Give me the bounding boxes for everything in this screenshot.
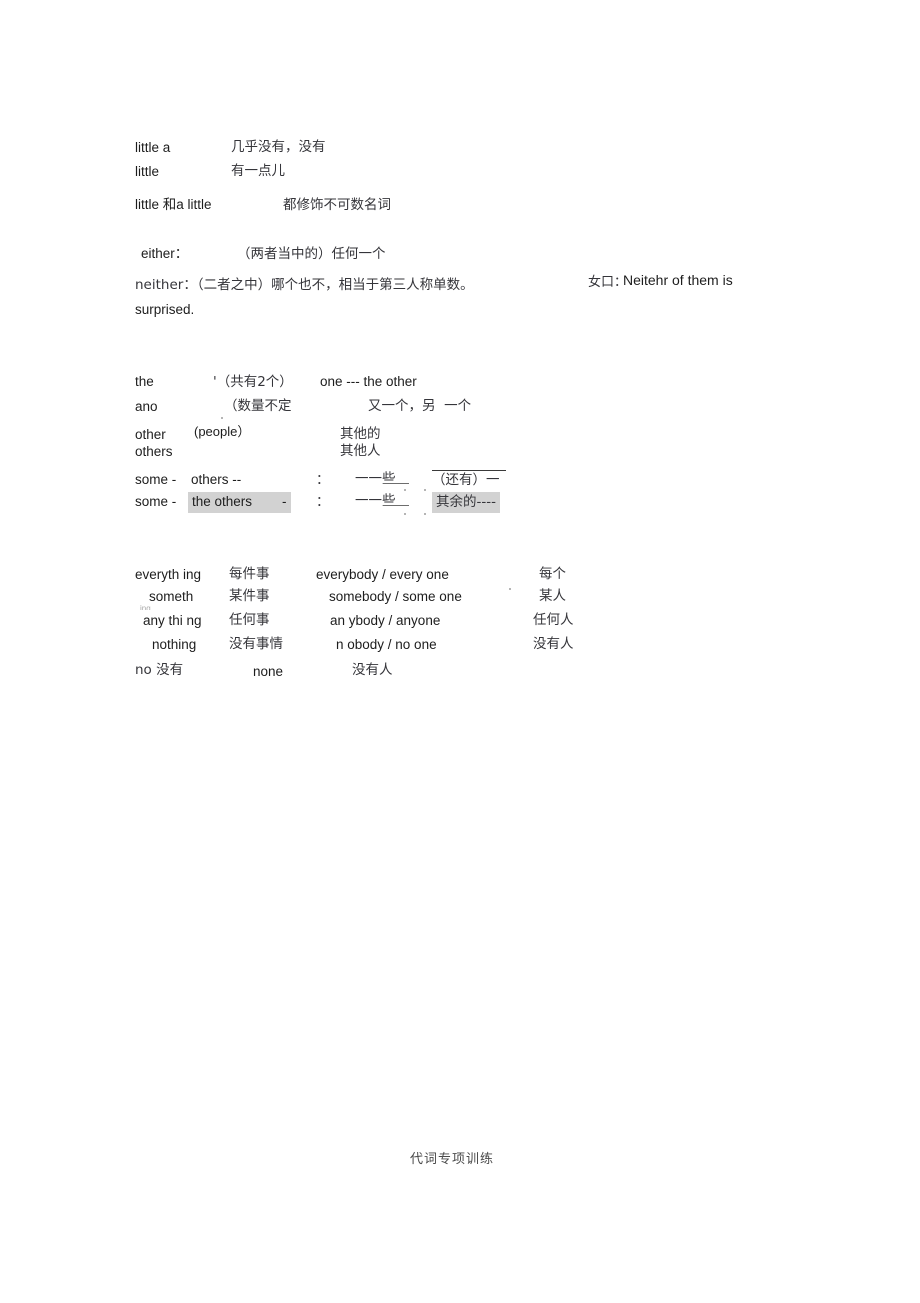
anything-term: any thi ng [143,613,202,628]
anybody-chinese: 任何人 [533,612,574,628]
everybody-chinese: 每个 [539,566,566,582]
example-sentence: Neitehr of them is [623,272,733,288]
somebody-term: somebody / some one [329,589,462,604]
everything-term: everyth ing [135,567,202,582]
little-and-a-little-term: little 和a little [135,197,212,212]
the-other-note: '（共有2个） [213,374,293,390]
everything-chinese: 每件事 [229,566,270,582]
little-a-term: little a [135,140,171,155]
scan-speck [221,417,223,419]
some-the-others-colon: ： [316,494,330,510]
anybody-term: an ybody / anyone [330,613,441,628]
none-term: none [253,664,284,679]
little-a-meaning: 几乎没有，没有 [231,139,326,155]
nobody-chinese: 没有人 [533,636,574,652]
document-page: little a 几乎没有，没有 little 有一点儿 little 和a l… [0,0,920,1303]
the-other-term: the [135,374,154,389]
none-chinese: 没有人 [352,662,393,678]
some-others-mid: others -- [191,472,242,487]
neither-definition: neither：（二者之中）哪个也不，相当于第三人称单数。 [135,277,474,293]
some-the-others-left: some - [135,494,177,509]
something-chinese: 某件事 [229,588,270,604]
another-note: （数量不定 [224,398,292,414]
little-and-a-little-meaning: 都修饰不可数名词 [283,197,391,213]
scan-speck [424,489,426,491]
something-term-clip: ing [140,605,151,610]
no-term: no 没有 [135,662,184,678]
another-chinese: 又一个，另 一个 [368,398,472,414]
some-the-others-mid: the others - [188,492,291,513]
some-the-others-blank-underline [383,494,409,506]
nothing-chinese: 没有事情 [229,636,283,652]
either-term: either： [141,246,189,261]
others-term: others [135,444,173,459]
scan-speck [404,513,406,515]
some-others-blank-underline [383,472,409,484]
the-other-term-clip: .. [137,389,142,394]
other-chinese: 其他的 [340,426,381,442]
little-meaning: 有一点儿 [231,163,285,179]
somebody-chinese: 某人 [539,588,566,604]
other-note: (people） [194,424,251,439]
little-term: little [135,164,160,179]
some-others-left: some - [135,472,177,487]
anything-chinese: 任何事 [229,612,270,628]
either-meaning: （两者当中的）任何一个 [237,246,386,262]
something-term: someth [149,589,194,604]
the-other-english: one --- the other [320,374,417,389]
others-chinese: 其他人 [340,443,381,459]
nothing-term: nothing [152,637,197,652]
everybody-term: everybody / every one [316,567,449,582]
example-label: 女口： [588,275,628,290]
another-term: ano [135,399,158,414]
page-footer-title: 代词专项训练 [410,1152,495,1167]
other-term: other [135,427,166,442]
scan-speck [509,588,511,590]
scan-speck [424,513,426,515]
some-others-right: （还有）一 [432,470,506,488]
scan-speck [404,489,406,491]
neither-definition-continued: surprised. [135,302,195,317]
some-the-others-right: 其余的---- [432,492,500,513]
some-others-colon: ： [316,472,330,488]
another-term-clip: .. [135,414,140,419]
nobody-term: n obody / no one [336,637,437,652]
